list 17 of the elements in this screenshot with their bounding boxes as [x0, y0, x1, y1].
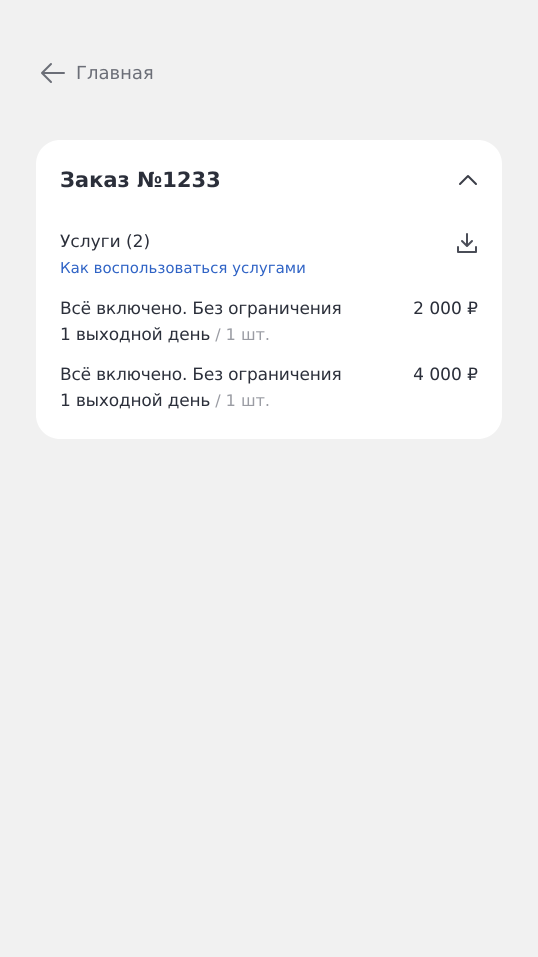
order-title: Заказ №1233: [60, 168, 221, 192]
help-link[interactable]: Как воспользоваться услугами: [60, 259, 306, 277]
service-variant: 1 выходной день: [60, 391, 210, 411]
service-price: 2 000 ₽: [413, 299, 478, 321]
service-name: Всё включено. Без ограничения: [60, 365, 342, 385]
back-link[interactable]: Главная: [40, 62, 154, 84]
collapse-button[interactable]: [458, 174, 478, 186]
services-title: Услуги (2): [60, 232, 152, 252]
chevron-icon: [458, 174, 478, 186]
service-variant: 1 выходной день: [60, 325, 210, 345]
download-icon: [456, 232, 478, 254]
service-name: Всё включено. Без ограничения: [60, 299, 342, 319]
service-quantity: / 1 шт.: [215, 391, 270, 410]
back-arrow-icon: [40, 62, 66, 84]
service-price: 4 000 ₽: [413, 365, 478, 387]
download-button[interactable]: [456, 232, 478, 254]
service-quantity: / 1 шт.: [215, 325, 270, 344]
